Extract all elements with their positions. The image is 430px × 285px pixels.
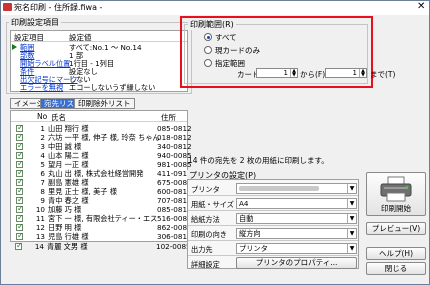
chevron-down-icon[interactable]: ▼ [347, 244, 356, 253]
chevron-down-icon[interactable]: ▼ [347, 184, 356, 193]
check-icon[interactable] [16, 132, 24, 141]
printer-select[interactable]: ▼ [236, 183, 357, 194]
address-list-last-row-wrap: 14青麗 文男 様102-0085 [10, 242, 188, 252]
check-icon[interactable] [16, 222, 24, 231]
list-item[interactable]: 6丸山 出 様, 株式会社経営開発411-0916 [11, 168, 192, 178]
printer-properties-button[interactable]: プリンタのプロパティ... [236, 257, 357, 269]
orientation-select[interactable]: 縦方向 ▼ [236, 228, 357, 239]
check-icon[interactable] [16, 168, 24, 177]
range-current-radio[interactable] [204, 46, 212, 54]
list-item[interactable]: 13児島 行雄 様306-0812 [11, 231, 192, 241]
check-icon[interactable] [16, 186, 24, 195]
paper-feed-select[interactable]: 自動 ▼ [236, 213, 357, 224]
preview-button[interactable]: プレビュー(V) [366, 222, 426, 235]
check-icon[interactable] [16, 195, 24, 204]
address-list: No 氏名 住所 1山田 翔行 様085-0812 2六坊 一平 様, 伸子 様… [10, 110, 192, 242]
range-all-radio[interactable] [204, 33, 212, 41]
settings-row-ignore-error[interactable]: エラーを無視 エコーしないうず縁しない [11, 83, 189, 92]
paper-size-select[interactable]: A4 ▼ [236, 198, 357, 209]
check-icon[interactable] [16, 159, 24, 168]
orientation-row[interactable]: 印刷の向き 縦方向 ▼ [188, 227, 358, 241]
range-specified-label[interactable]: 指定範囲 [215, 58, 245, 69]
from-card-spinner[interactable]: 1 ▲ ▼ [256, 68, 298, 78]
help-button[interactable]: ヘルプ(H) [366, 247, 426, 260]
print-start-button[interactable]: 印刷開始 [366, 172, 426, 216]
window-title: 宛名印刷 - 住所録.fiwa - [14, 3, 103, 12]
chevron-down-icon[interactable]: ▼ [347, 229, 356, 238]
printer-icon [380, 176, 412, 202]
print-range-title: 印刷範囲(R) [188, 19, 236, 30]
list-col-no: No [37, 112, 48, 121]
detail-settings-label: 詳細設定 [191, 260, 220, 269]
list-item[interactable]: 4山本 陽二 様940-0085 [11, 150, 192, 160]
output-select[interactable]: プリンタ ▼ [236, 243, 357, 254]
range-current-label[interactable]: 現カードのみ [215, 45, 260, 56]
chevron-down-icon[interactable]: ▼ [347, 214, 356, 223]
print-start-label: 印刷開始 [381, 204, 411, 213]
range-specified-radio[interactable] [204, 59, 212, 67]
spinner-arrows-icon[interactable]: ▲ ▼ [290, 69, 297, 78]
printer-settings-table: プリンタ ▼ 用紙・サイズ A4 ▼ 給紙方法 自動 ▼ 印刷の向き 縦方向 ▼ 出力… [187, 179, 359, 269]
list-item[interactable]: 8里見 正士 様, 美子 様600-0812 [11, 186, 192, 196]
settings-group-title: 印刷設定項目 [9, 17, 61, 28]
summary-text: 14 件の宛先を 2 枚の用紙に印刷します。 [188, 156, 329, 165]
check-icon[interactable] [16, 123, 24, 132]
settings-header-divider [11, 41, 187, 42]
check-icon[interactable] [16, 141, 24, 150]
chevron-down-icon[interactable]: ▼ [347, 199, 356, 208]
close-icon[interactable]: ✕ [417, 1, 425, 13]
paper-feed-row[interactable]: 給紙方法 自動 ▼ [188, 212, 358, 226]
range-all-label[interactable]: すべて [215, 32, 237, 43]
check-icon[interactable] [16, 213, 24, 222]
list-header-divider [11, 121, 187, 122]
list-item[interactable]: 11宮下 一 様, 有限会社ティー・エス516-0085 [11, 213, 192, 223]
output-row[interactable]: 出力先 プリンタ ▼ [188, 242, 358, 256]
from-label: から(F) [300, 70, 326, 79]
close-button[interactable]: 閉じる [366, 262, 426, 275]
list-item[interactable]: 3中田 誠 様340-0812 [11, 141, 192, 151]
check-icon[interactable] [16, 204, 24, 213]
list-item[interactable]: 5望月 一正 様981-0085 [11, 159, 192, 169]
app-icon [3, 3, 12, 11]
printer-row[interactable]: プリンタ ▼ [188, 182, 358, 196]
check-icon[interactable] [16, 150, 24, 159]
list-item[interactable]: 1山田 翔行 様085-0812 [11, 123, 192, 133]
spinner-arrows-icon[interactable]: ▲ ▼ [359, 69, 366, 78]
settings-list: 設定項目 設定値 範囲 すべて:No.1 〜 No.14 部数 1 部 開始ラベ… [10, 30, 188, 92]
check-icon[interactable] [16, 231, 24, 240]
current-row-arrow-icon [12, 44, 17, 50]
list-item[interactable]: 2六坊 一平 様, 伸子 様, 玲奈 ちゃん018-0812 [11, 132, 192, 142]
to-label: まで(T) [370, 70, 396, 79]
list-item[interactable]: 10加藤 巧 様085-0812 [11, 204, 192, 214]
list-item[interactable]: 14青麗 文男 様102-0085 [10, 242, 188, 251]
list-item[interactable]: 7副島 憲雄 様675-0081 [11, 177, 192, 187]
printer-name-redacted [239, 186, 319, 191]
tab-excluded-list[interactable]: 印刷除外リスト [74, 98, 135, 109]
check-icon[interactable] [16, 177, 24, 186]
list-item[interactable]: 9青中 春之 様707-0812 [11, 195, 192, 205]
check-icon[interactable] [15, 242, 23, 250]
list-item[interactable]: 12日野 明 様862-0085 [11, 222, 192, 232]
to-card-spinner[interactable]: 1 ▲ ▼ [325, 68, 367, 78]
paper-size-row[interactable]: 用紙・サイズ A4 ▼ [188, 197, 358, 211]
